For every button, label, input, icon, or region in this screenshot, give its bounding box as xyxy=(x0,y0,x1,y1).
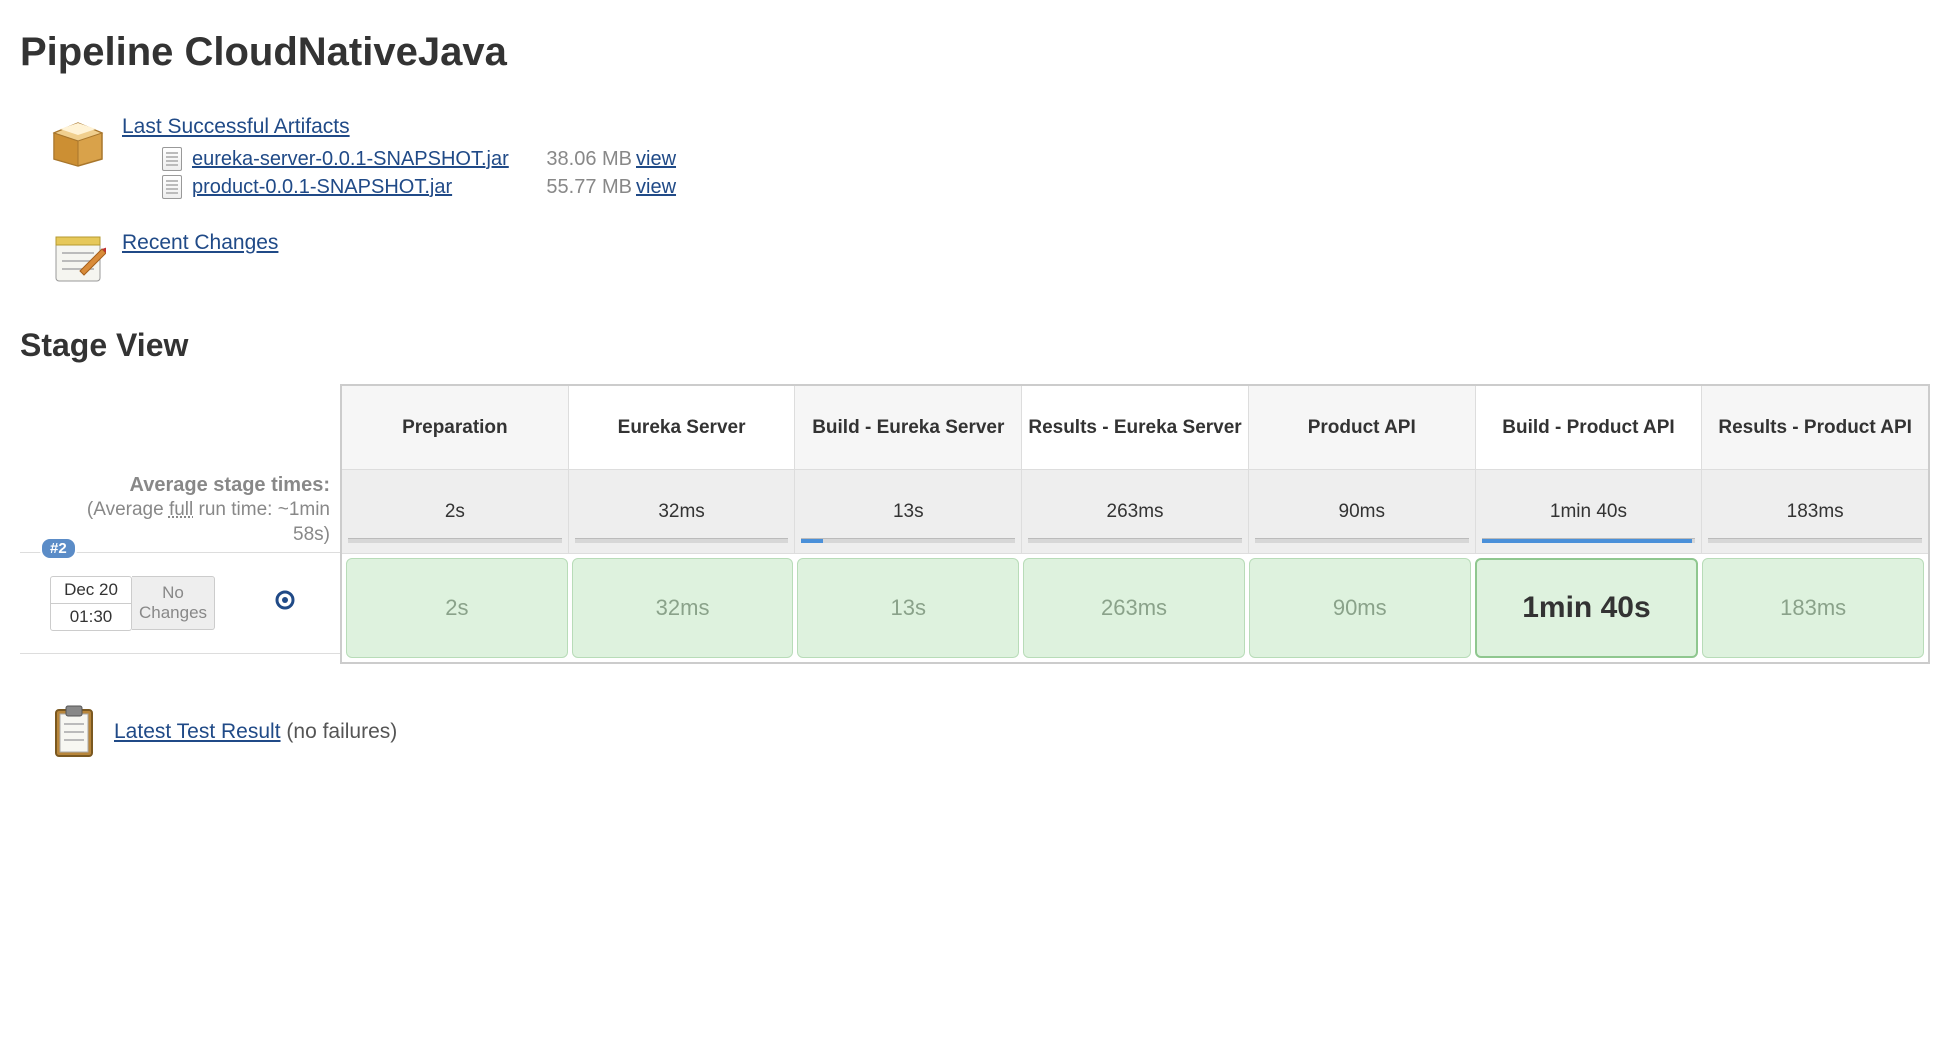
artifact-view-link[interactable]: view xyxy=(636,173,676,201)
test-result-status: (no failures) xyxy=(286,720,397,743)
stage-average: 183ms xyxy=(1701,470,1928,554)
artifact-view-link[interactable]: view xyxy=(636,145,676,173)
stage-cell[interactable]: 90ms xyxy=(1249,558,1471,658)
stage-header: Product API xyxy=(1248,386,1475,470)
last-successful-artifacts-link[interactable]: Last Successful Artifacts xyxy=(122,115,676,139)
stage-average: 32ms xyxy=(568,470,795,554)
stage-header: Preparation xyxy=(342,386,568,470)
stage-header: Build - Eureka Server xyxy=(794,386,1021,470)
recent-changes-section: Recent Changes xyxy=(50,231,1930,287)
stage-cell[interactable]: 263ms xyxy=(1023,558,1245,658)
recent-changes-link[interactable]: Recent Changes xyxy=(122,231,278,255)
stage-header: Results - Product API xyxy=(1701,386,1928,470)
stage-header: Build - Product API xyxy=(1475,386,1702,470)
artifact-row: eureka-server-0.0.1-SNAPSHOT.jar38.06 MB… xyxy=(162,145,676,173)
artifact-size: 55.77 MB xyxy=(522,173,632,201)
file-icon xyxy=(162,147,182,171)
build-number-badge[interactable]: #2 xyxy=(40,537,77,560)
stage-header: Eureka Server xyxy=(568,386,795,470)
build-run-row[interactable]: #2 Dec 20 01:30 No Changes xyxy=(20,552,340,654)
notepad-icon xyxy=(50,231,106,287)
stage-average: 90ms xyxy=(1248,470,1475,554)
artifact-row: product-0.0.1-SNAPSHOT.jar55.77 MBview xyxy=(162,173,676,201)
artifact-size: 38.06 MB xyxy=(522,145,632,173)
clipboard-icon xyxy=(50,704,98,760)
page-title: Pipeline CloudNativeJava xyxy=(20,30,1930,75)
stage-average: 263ms xyxy=(1021,470,1248,554)
stage-cell[interactable]: 183ms xyxy=(1702,558,1924,658)
artifact-link[interactable]: eureka-server-0.0.1-SNAPSHOT.jar xyxy=(192,145,522,173)
stage-average: 2s xyxy=(342,470,568,554)
package-icon xyxy=(50,115,106,171)
build-date: Dec 20 01:30 xyxy=(50,576,132,631)
stage-cell[interactable]: 2s xyxy=(346,558,568,658)
stage-cell[interactable]: 13s xyxy=(797,558,1019,658)
stage-view-heading: Stage View xyxy=(20,327,1930,364)
stage-cell[interactable]: 1min 40s xyxy=(1475,558,1699,658)
test-result-section: Latest Test Result (no failures) xyxy=(50,704,1930,760)
artifacts-section: Last Successful Artifacts eureka-server-… xyxy=(50,115,1930,201)
file-icon xyxy=(162,175,182,199)
stage-header: Results - Eureka Server xyxy=(1021,386,1248,470)
stage-cell[interactable]: 32ms xyxy=(572,558,794,658)
stage-view: Average stage times: (Average full run t… xyxy=(20,384,1930,664)
stage-average: 13s xyxy=(794,470,1021,554)
build-changes[interactable]: No Changes xyxy=(132,576,215,631)
latest-test-result-link[interactable]: Latest Test Result xyxy=(114,720,281,743)
stage-average: 1min 40s xyxy=(1475,470,1702,554)
artifact-link[interactable]: product-0.0.1-SNAPSHOT.jar xyxy=(192,173,522,201)
open-build-icon[interactable] xyxy=(275,590,295,616)
